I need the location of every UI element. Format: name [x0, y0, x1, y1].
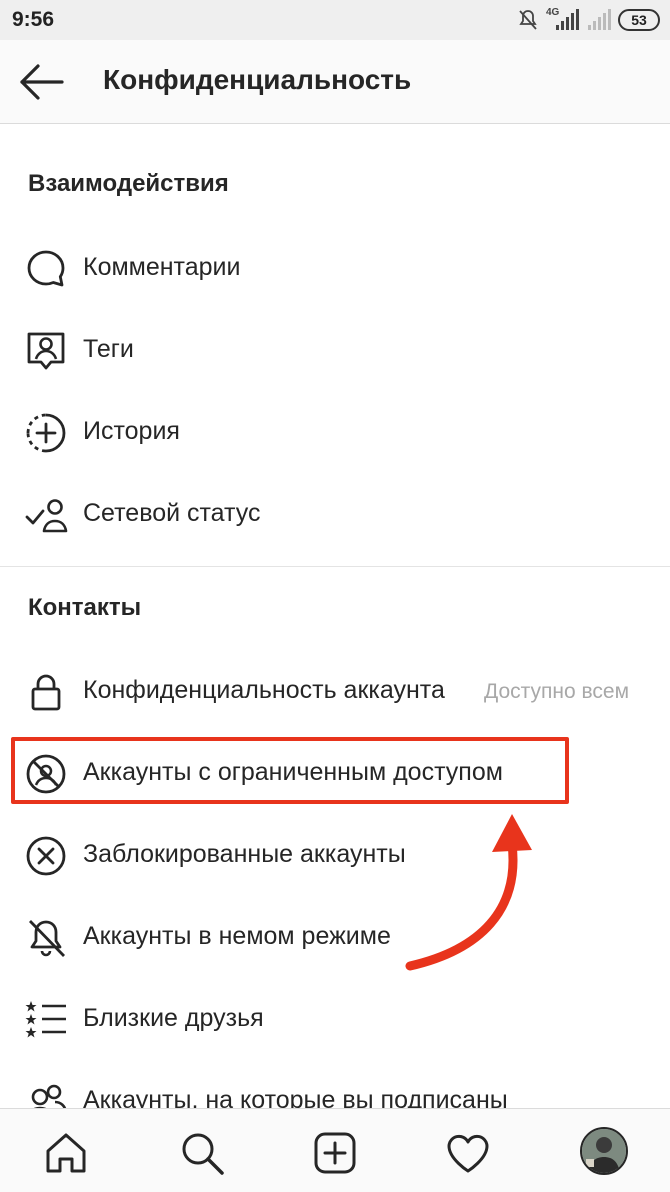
page-title: Конфиденциальность: [103, 64, 412, 95]
profile-avatar[interactable]: [580, 1127, 628, 1175]
menu-item-story[interactable]: История: [0, 391, 670, 473]
lock-icon: [31, 674, 61, 711]
section-title-interactions: Взаимодействия: [28, 170, 229, 197]
arrow-left-icon: [20, 64, 64, 100]
menu-item-tags[interactable]: Теги: [0, 309, 670, 391]
menu-item-close-friends[interactable]: Близкие друзья: [0, 978, 670, 1060]
header: Конфиденциальность: [0, 40, 670, 124]
tag-person-icon: [27, 332, 65, 370]
menu-item-account-privacy[interactable]: Конфиденциальность аккаунта Доступно все…: [0, 650, 670, 732]
nav-add-button[interactable]: [311, 1129, 359, 1177]
highlight-box: [11, 737, 569, 804]
menu-item-muted-accounts[interactable]: Аккаунты в немом режиме: [0, 896, 670, 978]
add-post-icon: [314, 1132, 356, 1174]
heart-icon: [447, 1134, 489, 1173]
menu-item-label: Заблокированные аккаунты: [83, 840, 406, 868]
menu-item-label: Аккаунты в немом режиме: [83, 922, 391, 950]
notifications-off-icon: [519, 10, 537, 30]
activity-status-icon: [25, 499, 68, 533]
close-friends-list-icon: [25, 1001, 66, 1038]
menu-item-label: История: [83, 417, 180, 445]
section-title-contacts: Контакты: [28, 594, 142, 621]
blocked-icon: [26, 836, 66, 876]
menu-item-comments[interactable]: Комментарии: [0, 227, 670, 309]
status-bar: 9:56 4G 53: [0, 0, 670, 40]
cell-signal-icon-2: [588, 9, 611, 30]
menu-item-label: Конфиденциальность аккаунта: [83, 676, 445, 704]
cell-signal-icon: 4G: [546, 7, 580, 32]
muted-bell-icon: [28, 920, 66, 957]
account-privacy-value: Доступно всем: [484, 680, 630, 703]
status-icons: 4G 53: [516, 7, 660, 33]
status-time: 9:56: [12, 8, 55, 31]
search-icon: [182, 1133, 224, 1175]
bottom-nav: [0, 1108, 670, 1192]
menu-item-label: Комментарии: [83, 253, 241, 281]
home-icon: [46, 1133, 86, 1173]
menu-item-label: Близкие друзья: [83, 1004, 264, 1032]
nav-activity-button[interactable]: [444, 1129, 492, 1177]
comment-icon: [27, 250, 65, 287]
menu-item-label: Сетевой статус: [83, 499, 261, 527]
menu-item-blocked-accounts[interactable]: Заблокированные аккаунты: [0, 814, 670, 896]
nav-search-button[interactable]: [178, 1129, 226, 1177]
nav-home-button[interactable]: [42, 1129, 90, 1177]
battery-indicator: 53: [618, 9, 660, 31]
annotation-arrow-icon: [405, 814, 532, 971]
profile-picture: [582, 1129, 626, 1173]
back-button[interactable]: [18, 62, 66, 102]
menu-item-label: Теги: [83, 335, 134, 363]
section-divider: [0, 566, 670, 567]
menu-item-activity-status[interactable]: Сетевой статус: [0, 473, 670, 555]
story-add-icon: [26, 413, 66, 453]
